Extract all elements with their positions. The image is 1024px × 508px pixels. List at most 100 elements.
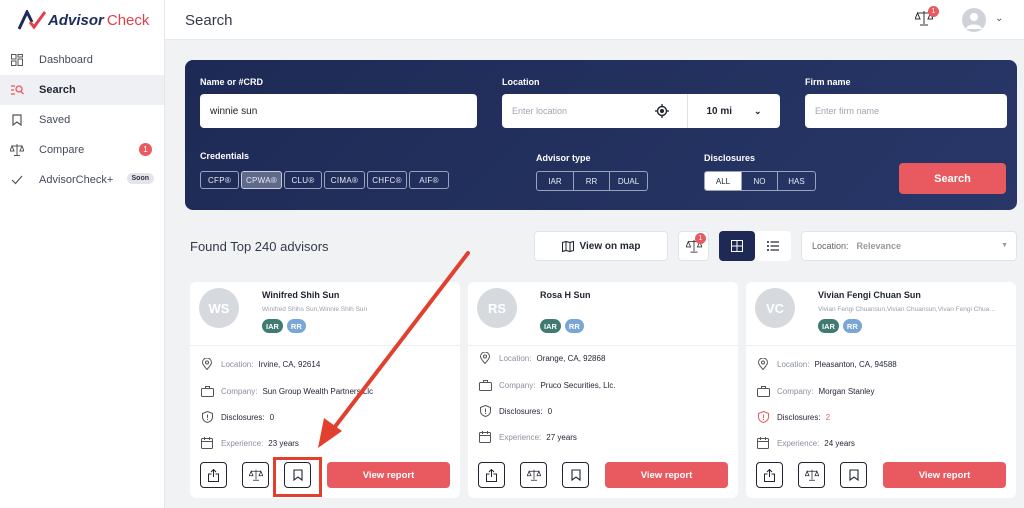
share-button[interactable] [200,462,227,488]
grid-view-button[interactable] [719,231,755,261]
bookmark-icon [10,113,24,127]
search-list-icon [10,83,24,97]
credential-chip-cpwa[interactable]: CPWA® [241,171,282,189]
credential-chip-chfc[interactable]: CHFC® [367,171,407,189]
scale-icon [804,469,819,481]
sidebar-item-compare[interactable]: Compare 1 [0,135,164,165]
search-panel: Name or #CRD winnie sun Location Enter l… [185,60,1017,210]
chevron-down-icon[interactable]: ⌄ [995,13,1003,24]
chevron-down-icon: ⌄ [754,105,762,116]
sidebar-item-saved[interactable]: Saved [0,105,164,135]
sort-value: Relevance [856,241,902,251]
compare-advisor-button[interactable] [798,462,825,488]
view-report-button[interactable]: View report [605,462,728,488]
map-icon [561,240,574,252]
grid-icon [731,240,743,252]
advisor-card[interactable]: WS Winifred Shih Sun Winifred Shihs Sun,… [190,282,460,498]
radius-select[interactable]: 10 mi ⌄ [687,94,780,128]
name-input[interactable]: winnie sun [200,94,477,128]
save-advisor-button[interactable] [562,462,589,488]
search-button[interactable]: Search [899,163,1006,194]
disclosures-label: Disclosures: [499,406,543,416]
advisor-name[interactable]: Rosa H Sun [540,290,591,300]
firm-input[interactable]: Enter firm name [805,94,1007,128]
credential-chip-cfp[interactable]: CFP® [200,171,239,189]
advisor-aliases: Vivian Fengi Chuansun,Vivian Chuansun,Vi… [818,306,998,313]
experience-value: 24 years [824,438,855,448]
sidebar-item-label: Search [39,84,76,96]
map-pin-icon [200,357,214,371]
sidebar-item-search[interactable]: Search [0,75,164,105]
view-on-map-button[interactable]: View on map [534,231,668,261]
advisor-type-label: Advisor type [536,153,591,163]
disclosures-value: 0 [547,406,553,416]
credential-chip-cima[interactable]: CIMA® [324,171,365,189]
share-icon [208,468,219,482]
location-input[interactable]: Enter location 10 mi ⌄ [502,94,780,128]
user-avatar[interactable] [962,8,986,32]
advisor-type-dual[interactable]: DUAL [610,172,647,190]
disclosures-label: Disclosures: [221,412,265,422]
credential-chip-aif[interactable]: AIF® [409,171,449,189]
brand-logo[interactable]: Advisor Check [18,8,149,32]
advisor-tags: IAR RR [262,319,306,333]
advisor-type-iar[interactable]: IAR [537,172,574,190]
advisor-name[interactable]: Winifred Shih Sun [262,290,339,300]
sidebar-item-label: Dashboard [39,54,93,66]
credential-chip-clu[interactable]: CLU® [284,171,322,189]
experience-label: Experience: [221,438,264,448]
name-label: Name or #CRD [200,77,264,87]
compare-count-badge: 1 [695,233,706,244]
list-view-button[interactable] [755,231,791,261]
bookmark-icon [570,469,581,481]
advisor-tags: IAR RR [540,319,584,333]
annotation-highlight-box [273,457,322,497]
disclosures-no[interactable]: NO [742,172,778,190]
company-label: Company: [777,386,814,396]
firm-placeholder: Enter firm name [815,106,880,116]
location-label: Location: [221,359,254,369]
location-value: Pleasanton, CA, 94588 [814,359,897,369]
advisor-name[interactable]: Vivian Fengi Chuan Sun [818,290,921,300]
share-button[interactable] [478,462,505,488]
tag-rr: RR [842,319,862,333]
company-row: Company: Pruco Securities, Llc. [478,378,616,392]
disclosures-has[interactable]: HAS [778,172,815,190]
advisor-card[interactable]: RS Rosa H Sun IAR RR Location: Orange, C… [468,282,738,498]
view-on-map-label: View on map [579,240,641,252]
sidebar-item-dashboard[interactable]: Dashboard [0,45,164,75]
disclosures-all[interactable]: ALL [705,172,742,190]
company-label: Company: [499,380,536,390]
advisor-card[interactable]: VC Vivian Fengi Chuan Sun Vivian Fengi C… [746,282,1016,498]
share-button[interactable] [756,462,783,488]
locate-icon[interactable] [655,104,669,118]
briefcase-icon [200,384,214,398]
compare-advisor-button[interactable] [242,462,269,488]
company-value: Morgan Stanley [818,386,875,396]
sort-select[interactable]: Location: Relevance ▼ [801,231,1017,261]
compare-count-badge: 1 [928,6,939,17]
company-value: Pruco Securities, Llc. [540,380,616,390]
checkmark-icon [10,173,24,187]
view-report-button[interactable]: View report [327,462,450,488]
view-report-button[interactable]: View report [883,462,1006,488]
scale-icon [248,469,263,481]
sidebar-item-advisorcheck-plus[interactable]: AdvisorCheck+ Soon [0,165,164,195]
scale-icon [526,469,541,481]
map-pin-icon [756,357,770,371]
advisor-tags: IAR RR [818,319,862,333]
save-advisor-button[interactable] [840,462,867,488]
share-icon [764,468,775,482]
location-value: Irvine, CA, 92614 [258,359,321,369]
advisor-type-rr[interactable]: RR [574,172,610,190]
tag-iar: IAR [540,319,561,333]
disclosures-value: 0 [269,412,275,422]
disclosures-value: 2 [825,412,831,422]
tag-iar: IAR [818,319,839,333]
compare-advisor-button[interactable] [520,462,547,488]
credentials-chips: CFP® CPWA® CLU® CIMA® CHFC® AIF® [200,171,449,189]
sidebar: Advisor Check Dashboard Search Saved Comp… [0,0,165,508]
experience-row: Experience: 23 years [200,436,299,450]
top-bar: Search 1 ⌄ [165,0,1024,40]
location-row: Location: Irvine, CA, 92614 [200,357,320,371]
